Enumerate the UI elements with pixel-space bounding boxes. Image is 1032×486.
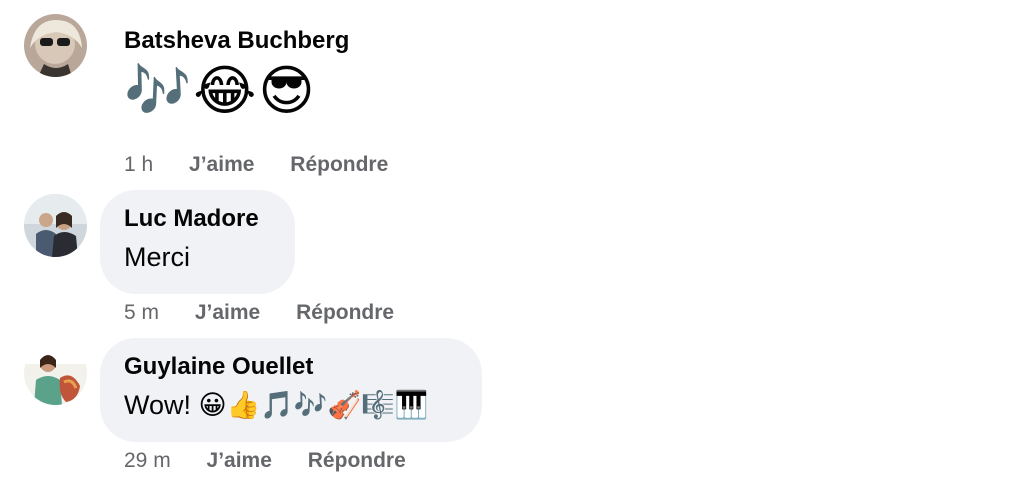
- reply-button[interactable]: Répondre: [308, 448, 406, 474]
- comment-text: Wow! 😀👍🎵🎶🎻🎼🎹: [124, 390, 429, 420]
- comment-timestamp[interactable]: 29 m: [124, 448, 171, 474]
- comment-bubble: Guylaine Ouellet Wow! 😀👍🎵🎶🎻🎼🎹: [100, 338, 482, 442]
- avatar[interactable]: [24, 342, 87, 405]
- comment-actions: 29 m J’aime Répondre: [124, 448, 436, 474]
- like-button[interactable]: J’aime: [207, 448, 272, 474]
- comment: Guylaine Ouellet Wow! 😀👍🎵🎶🎻🎼🎹 29 m J’aim…: [0, 0, 1032, 486]
- comment-author[interactable]: Guylaine Ouellet: [124, 352, 458, 382]
